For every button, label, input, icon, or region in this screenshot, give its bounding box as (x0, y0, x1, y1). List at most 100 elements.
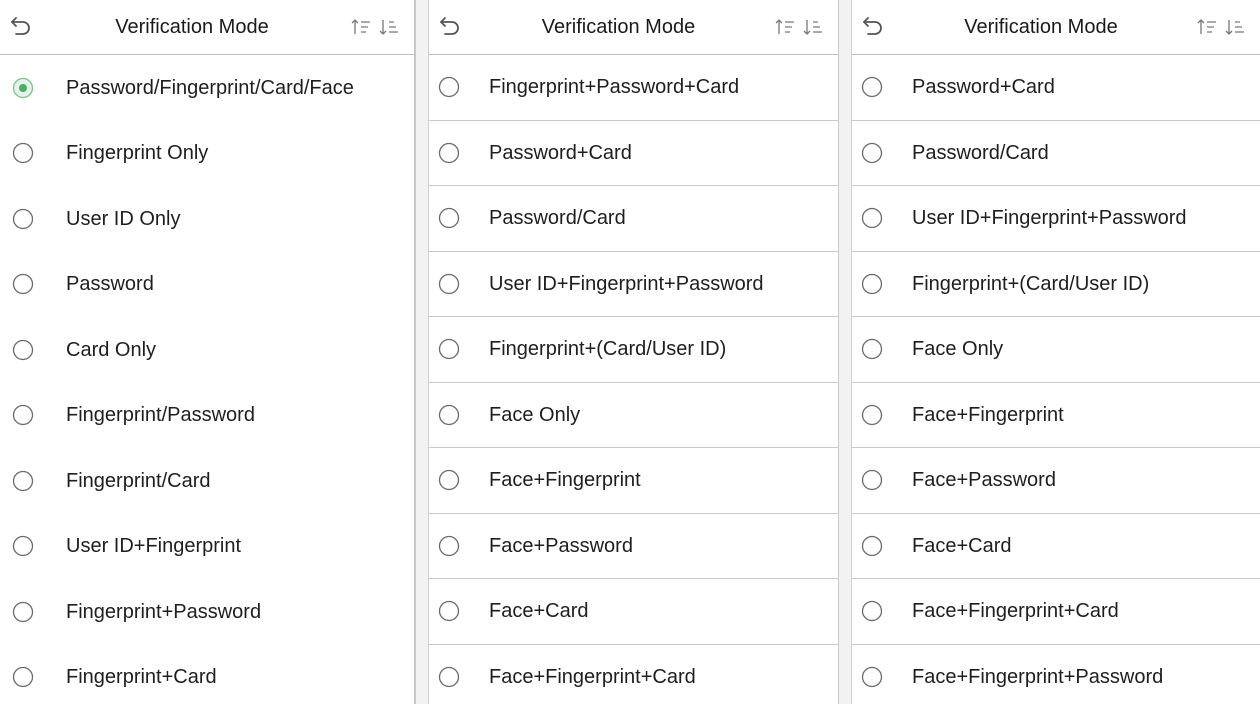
verification-mode-list: Password+Card Password/Card User ID+Finger… (852, 55, 1260, 704)
list-item[interactable]: Face+Fingerprint (429, 448, 838, 514)
radio-unselected-icon[interactable] (438, 666, 460, 688)
list-item[interactable]: User ID Only (0, 186, 414, 252)
list-item-label: User ID Only (66, 207, 181, 230)
list-item[interactable]: Fingerprint+Password+Card (429, 55, 838, 121)
list-item[interactable]: Fingerprint+Password (0, 579, 414, 645)
list-item[interactable]: Face+Fingerprint (852, 383, 1260, 448)
list-item-label: Password+Card (489, 141, 632, 164)
list-item[interactable]: Fingerprint+Card (0, 645, 414, 704)
sort-ascending-icon[interactable] (1196, 16, 1218, 38)
radio-unselected-icon[interactable] (12, 535, 34, 557)
list-item[interactable]: Fingerprint/Password (0, 383, 414, 449)
list-item[interactable]: Face+Password (852, 448, 1260, 514)
sort-ascending-icon[interactable] (350, 16, 372, 38)
sort-descending-icon[interactable] (378, 16, 400, 38)
radio-unselected-icon[interactable] (861, 666, 883, 688)
list-item[interactable]: User ID+Fingerprint (0, 514, 414, 580)
radio-unselected-icon[interactable] (12, 666, 34, 688)
list-item[interactable]: Fingerprint+(Card/User ID) (429, 317, 838, 383)
radio-unselected-icon[interactable] (12, 601, 34, 623)
list-item[interactable]: Password (0, 252, 414, 318)
list-item-label: Face+Fingerprint+Password (912, 665, 1164, 688)
list-item-label: Face+Fingerprint+Card (489, 665, 696, 688)
list-item[interactable]: Face+Fingerprint+Card (852, 579, 1260, 645)
list-item-label: Password/Card (912, 141, 1049, 164)
list-item[interactable]: Face+Card (429, 579, 838, 645)
list-item-label: Face Only (912, 338, 1004, 361)
list-item-label: Face+Card (912, 534, 1012, 557)
radio-unselected-icon[interactable] (438, 404, 460, 426)
radio-unselected-icon[interactable] (438, 76, 460, 98)
radio-unselected-icon[interactable] (861, 273, 883, 295)
list-item-label: Face+Password (912, 469, 1056, 492)
sort-descending-icon[interactable] (1224, 16, 1246, 38)
radio-unselected-icon[interactable] (12, 404, 34, 426)
list-item[interactable]: Face Only (852, 317, 1260, 383)
list-item-label: Fingerprint+(Card/User ID) (912, 272, 1150, 295)
radio-unselected-icon[interactable] (438, 600, 460, 622)
list-item[interactable]: Face+Fingerprint+Password (852, 645, 1260, 704)
list-item-label: Face+Fingerprint (912, 403, 1064, 426)
radio-unselected-icon[interactable] (861, 600, 883, 622)
list-item-label: Face+Card (489, 600, 589, 623)
list-item-label: Fingerprint Only (66, 142, 209, 165)
list-item[interactable]: Password+Card (852, 55, 1260, 121)
radio-unselected-icon[interactable] (12, 142, 34, 164)
list-item[interactable]: Password/Card (429, 186, 838, 252)
verification-mode-screen-1: Verification Mode Password/Fingerprint/C… (0, 0, 416, 704)
list-item[interactable]: Card Only (0, 317, 414, 383)
list-item-label: Face+Fingerprint+Card (912, 600, 1119, 623)
radio-unselected-icon[interactable] (861, 469, 883, 491)
sort-ascending-icon[interactable] (774, 16, 796, 38)
radio-unselected-icon[interactable] (438, 142, 460, 164)
verification-mode-screen-3: Verification Mode Password+Card Password/… (851, 0, 1260, 704)
list-item-label: Card Only (66, 338, 157, 361)
radio-selected-icon[interactable] (12, 77, 34, 99)
list-item-label: User ID+Fingerprint (66, 535, 242, 558)
radio-unselected-icon[interactable] (438, 535, 460, 557)
verification-mode-list: Password/Fingerprint/Card/Face Fingerprin… (0, 55, 414, 704)
list-item-label: Fingerprint+Password+Card (489, 76, 740, 99)
list-item[interactable]: Fingerprint/Card (0, 448, 414, 514)
list-item[interactable]: Face+Card (852, 514, 1260, 579)
list-item-label: User ID+Fingerprint+Password (912, 207, 1187, 230)
list-item-label: Fingerprint+Card (66, 666, 217, 689)
verification-mode-list: Fingerprint+Password+Card Password+Card Pa… (429, 55, 838, 704)
list-item-label: Password/Card (489, 207, 626, 230)
list-item[interactable]: User ID+Fingerprint+Password (429, 252, 838, 317)
list-item-label: Fingerprint/Card (66, 469, 211, 492)
radio-unselected-icon[interactable] (438, 273, 460, 295)
radio-unselected-icon[interactable] (12, 273, 34, 295)
radio-unselected-icon[interactable] (12, 339, 34, 361)
radio-unselected-icon[interactable] (861, 404, 883, 426)
radio-unselected-icon[interactable] (438, 207, 460, 229)
list-item[interactable]: Fingerprint Only (0, 121, 414, 187)
header-bar: Verification Mode (429, 0, 838, 55)
radio-unselected-icon[interactable] (438, 469, 460, 491)
list-item[interactable]: Face+Fingerprint+Card (429, 645, 838, 704)
list-item[interactable]: Password+Card (429, 121, 838, 186)
header-bar: Verification Mode (0, 0, 414, 55)
list-item[interactable]: User ID+Fingerprint+Password (852, 186, 1260, 252)
radio-unselected-icon[interactable] (861, 207, 883, 229)
list-item[interactable]: Face Only (429, 383, 838, 448)
sort-descending-icon[interactable] (802, 16, 824, 38)
radio-unselected-icon[interactable] (12, 208, 34, 230)
verification-mode-screen-2: Verification Mode Fingerprint+Password+C… (428, 0, 839, 704)
list-item[interactable]: Fingerprint+(Card/User ID) (852, 252, 1260, 317)
list-item[interactable]: Password/Card (852, 121, 1260, 186)
list-item-label: User ID+Fingerprint+Password (489, 272, 764, 295)
list-item-label: Face+Fingerprint (489, 469, 641, 492)
list-item-label: Fingerprint/Password (66, 404, 255, 427)
radio-unselected-icon[interactable] (861, 76, 883, 98)
list-item-label: Fingerprint+Password (66, 600, 262, 623)
list-item[interactable]: Password/Fingerprint/Card/Face (0, 55, 414, 121)
radio-unselected-icon[interactable] (438, 338, 460, 360)
radio-unselected-icon[interactable] (12, 470, 34, 492)
radio-unselected-icon[interactable] (861, 535, 883, 557)
radio-unselected-icon[interactable] (861, 338, 883, 360)
list-item[interactable]: Face+Password (429, 514, 838, 579)
list-item-label: Password/Fingerprint/Card/Face (66, 76, 354, 99)
list-item-label: Password+Card (912, 76, 1055, 99)
radio-unselected-icon[interactable] (861, 142, 883, 164)
